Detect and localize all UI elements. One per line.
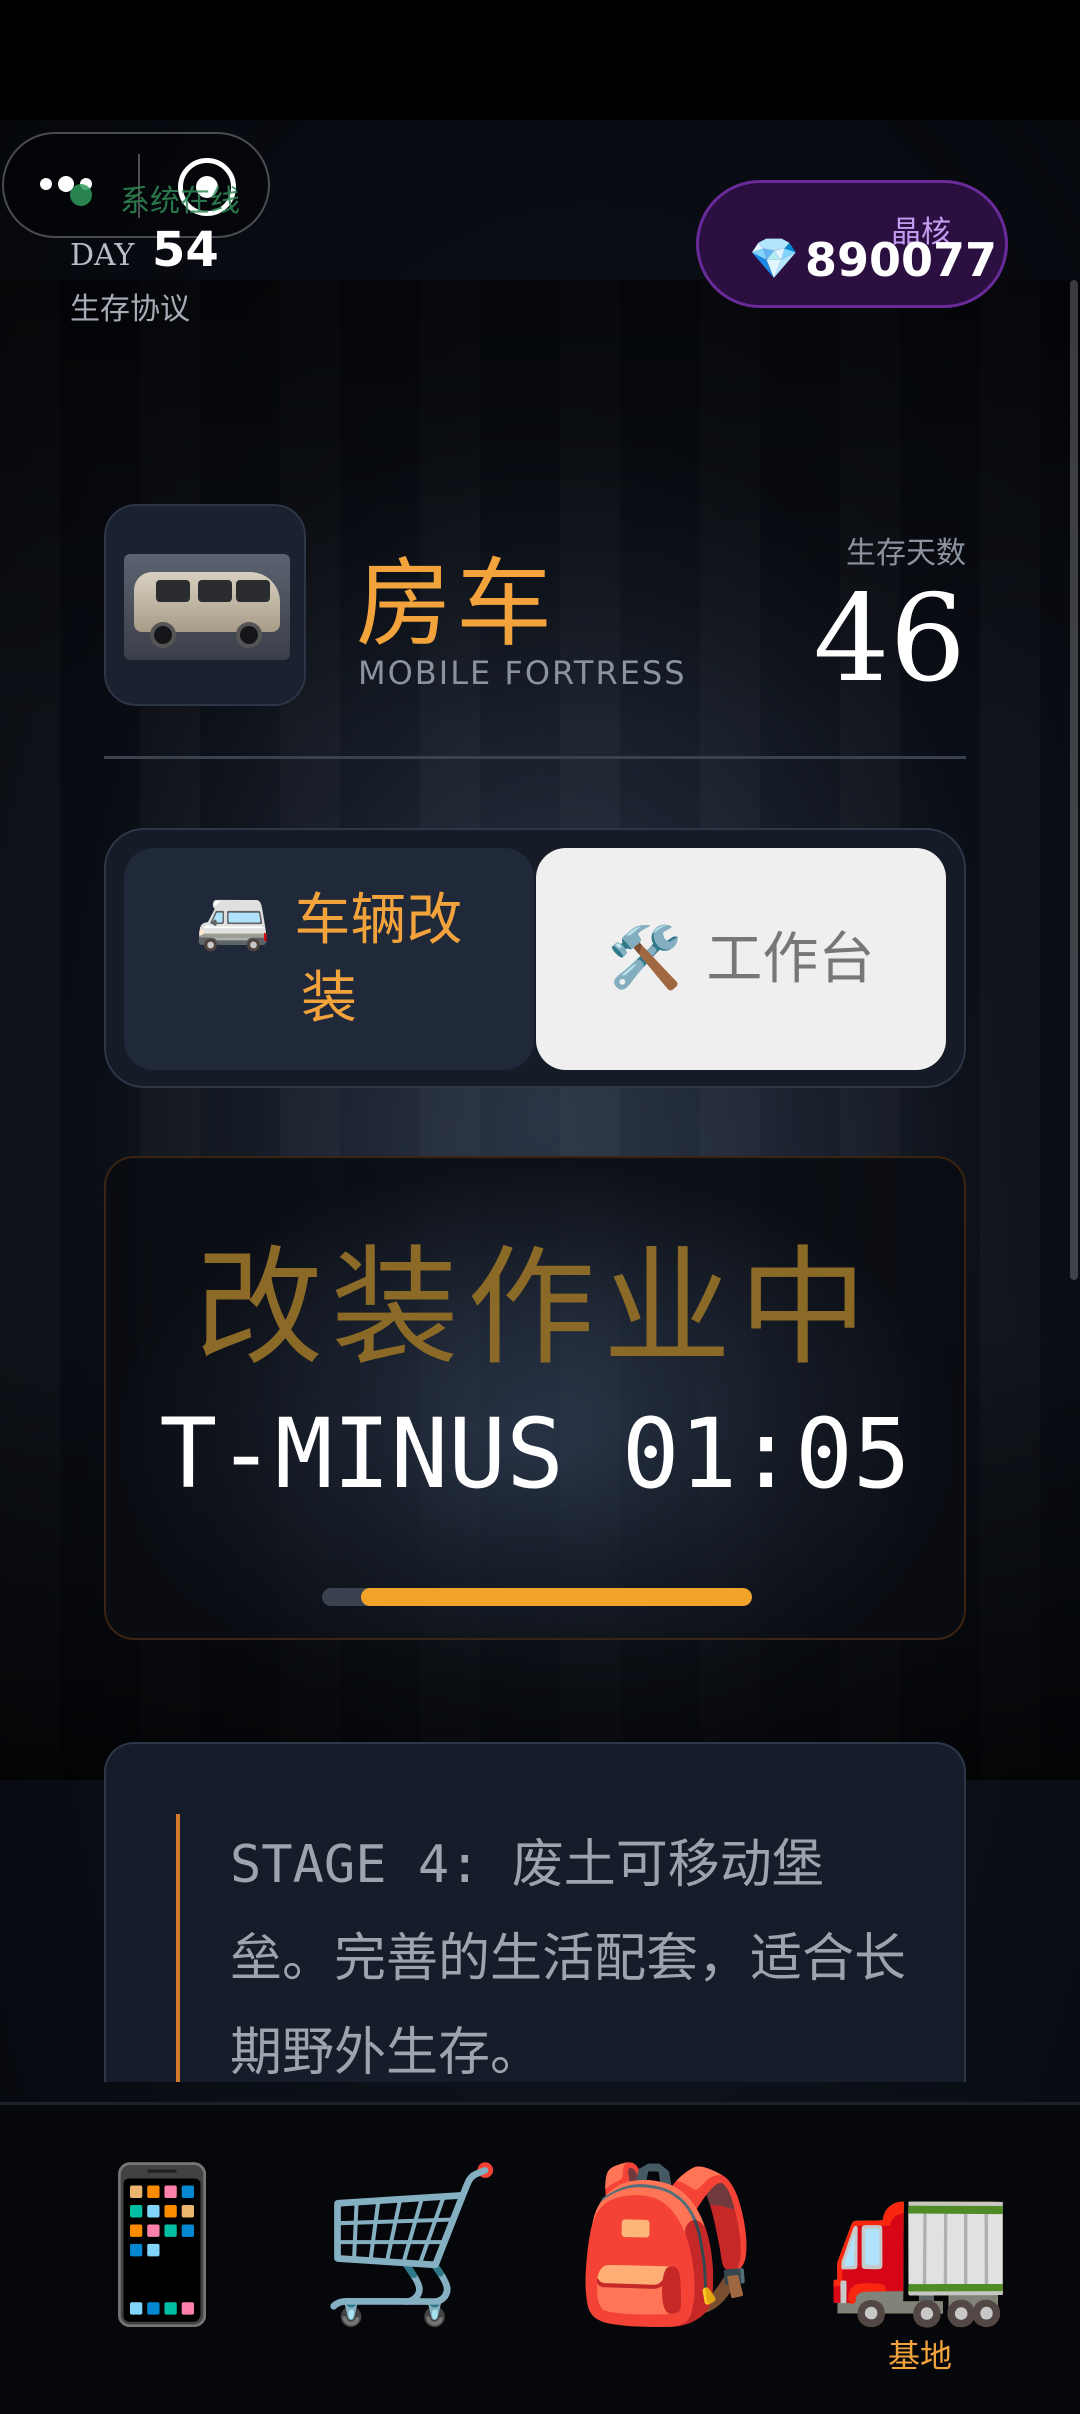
stage-accent-bar <box>176 1814 180 2082</box>
tools-icon: 🛠️ <box>607 923 683 993</box>
online-status-icon <box>70 184 92 206</box>
shopping-cart-icon: 🛒 <box>318 2158 506 2332</box>
nav-shop[interactable]: 🛒 <box>312 2155 512 2375</box>
gem-icon: 💎 <box>749 236 799 282</box>
vehicle-title: 房车 <box>356 548 556 660</box>
van-image <box>124 554 290 660</box>
operation-panel: 改装作业中 T-MINUS 01:05 <box>104 1156 966 1640</box>
truck-icon: 🚛 <box>826 2158 1014 2332</box>
survival-days-value: 46 <box>813 570 966 709</box>
stage-card: STAGE 4: 废土可移动堡垒。完善的生活配套，适合长期野外生存。 <box>104 1742 966 2082</box>
countdown-timer: T-MINUS 01:05 <box>159 1398 911 1510</box>
stage-description: STAGE 4: 废土可移动堡垒。完善的生活配套，适合长期野外生存。 <box>230 1835 907 2082</box>
tab-bar: 🚐 车辆改装 🛠️ 工作台 <box>104 828 966 1088</box>
vehicle-subtitle: MOBILE FORTRESS <box>358 654 687 692</box>
protocol-label: 生存协议 <box>70 292 190 327</box>
phone-icon: 📱 <box>68 2158 256 2332</box>
scrollbar[interactable] <box>1070 280 1078 1280</box>
tab-workbench-label: 工作台 <box>706 927 875 992</box>
survival-days-label: 生存天数 <box>846 536 966 571</box>
day-label: DAY <box>70 238 135 273</box>
header-divider <box>104 756 966 759</box>
currency-pill[interactable]: 晶核 💎 890077 <box>696 180 1008 308</box>
backpack-icon: 🎒 <box>572 2158 760 2332</box>
van-icon: 🚐 <box>195 884 271 954</box>
day-number: 54 <box>152 222 219 278</box>
vehicle-thumbnail[interactable] <box>104 504 306 706</box>
nav-phone[interactable]: 📱 <box>62 2155 262 2375</box>
operation-title: 改装作业中 <box>194 1234 875 1383</box>
currency-value: 890077 <box>805 233 998 287</box>
progress-fill <box>360 1588 752 1606</box>
progress-bar <box>322 1588 752 1606</box>
nav-base-label: 基地 <box>887 2337 952 2375</box>
nav-backpack[interactable]: 🎒 <box>566 2155 766 2375</box>
tab-vehicle-mod-label: 车辆改装 <box>294 888 463 1031</box>
online-status-text: 系统在线 <box>120 184 240 219</box>
nav-base[interactable]: 🚛 基地 <box>820 2155 1020 2375</box>
bottom-nav: 📱 🛒 🎒 🚛 基地 <box>0 2102 1080 2414</box>
tab-vehicle-mod[interactable]: 🚐 车辆改装 <box>124 848 534 1070</box>
tab-workbench[interactable]: 🛠️ 工作台 <box>536 848 946 1070</box>
